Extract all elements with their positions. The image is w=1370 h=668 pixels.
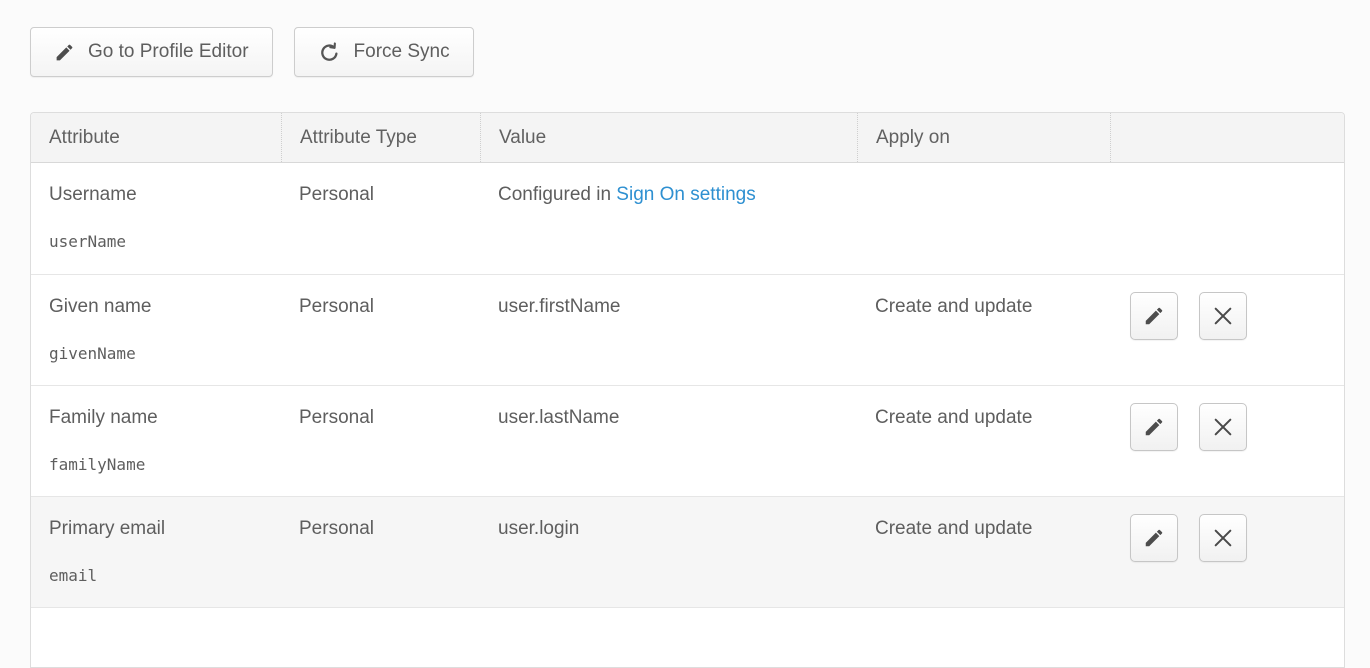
header-apply-on: Apply on	[857, 113, 1110, 162]
apply-on-cell: Create and update	[857, 497, 1110, 607]
value-cell: user.firstName	[480, 275, 857, 385]
table-row-family-name: Family name familyName Personal user.las…	[31, 385, 1344, 496]
pencil-icon	[1143, 527, 1165, 549]
delete-attribute-button[interactable]	[1199, 514, 1247, 562]
force-sync-button[interactable]: Force Sync	[294, 27, 474, 77]
attribute-cell: Family name familyName	[31, 386, 281, 496]
attribute-cell: Username userName	[31, 163, 281, 274]
apply-on-cell: Create and update	[857, 386, 1110, 496]
header-attribute: Attribute	[31, 113, 281, 162]
table-header-row: Attribute Attribute Type Value Apply on	[31, 113, 1344, 163]
actions-cell	[1110, 275, 1344, 385]
attribute-name: familyName	[49, 455, 271, 474]
x-icon	[1212, 305, 1234, 327]
actions-cell	[1110, 163, 1344, 274]
attribute-name: givenName	[49, 344, 271, 363]
attribute-cell: Primary email email	[31, 497, 281, 607]
sign-on-settings-link[interactable]: Sign On settings	[616, 184, 755, 205]
table-row-username: Username userName Personal Configured in…	[31, 163, 1344, 274]
pencil-icon	[54, 42, 75, 63]
attribute-label: Primary email	[49, 518, 271, 540]
header-value: Value	[480, 113, 857, 162]
edit-attribute-button[interactable]	[1130, 292, 1178, 340]
attribute-name: email	[49, 566, 271, 585]
actions-cell	[1110, 497, 1344, 607]
table-row-primary-email: Primary email email Personal user.login …	[31, 496, 1344, 607]
actions-cell	[1110, 386, 1344, 496]
value-cell: user.login	[480, 497, 857, 607]
delete-attribute-button[interactable]	[1199, 403, 1247, 451]
force-sync-label: Force Sync	[354, 41, 450, 63]
edit-attribute-button[interactable]	[1130, 514, 1178, 562]
value-prefix: Configured in	[498, 184, 616, 205]
edit-attribute-button[interactable]	[1130, 403, 1178, 451]
attribute-type-cell: Personal	[281, 497, 480, 607]
header-actions	[1110, 113, 1344, 162]
attribute-cell: Given name givenName	[31, 275, 281, 385]
pencil-icon	[1143, 305, 1165, 327]
table-row-partial	[31, 607, 1344, 667]
table-row-given-name: Given name givenName Personal user.first…	[31, 274, 1344, 385]
attribute-type-cell: Personal	[281, 386, 480, 496]
refresh-icon	[318, 41, 341, 64]
attribute-label: Given name	[49, 296, 271, 318]
x-icon	[1212, 527, 1234, 549]
attribute-label: Username	[49, 184, 271, 206]
apply-on-cell	[857, 163, 1110, 274]
value-cell: user.lastName	[480, 386, 857, 496]
x-icon	[1212, 416, 1234, 438]
pencil-icon	[1143, 416, 1165, 438]
attribute-type-cell: Personal	[281, 275, 480, 385]
attribute-type-cell: Personal	[281, 163, 480, 274]
go-to-profile-editor-label: Go to Profile Editor	[88, 41, 249, 63]
go-to-profile-editor-button[interactable]: Go to Profile Editor	[30, 27, 273, 77]
header-attribute-type: Attribute Type	[281, 113, 480, 162]
attribute-label: Family name	[49, 407, 271, 429]
toolbar: Go to Profile Editor Force Sync	[30, 27, 474, 77]
apply-on-cell: Create and update	[857, 275, 1110, 385]
delete-attribute-button[interactable]	[1199, 292, 1247, 340]
attribute-mapping-table: Attribute Attribute Type Value Apply on …	[30, 112, 1345, 668]
value-cell: Configured in Sign On settings	[480, 163, 857, 274]
attribute-name: userName	[49, 232, 271, 251]
